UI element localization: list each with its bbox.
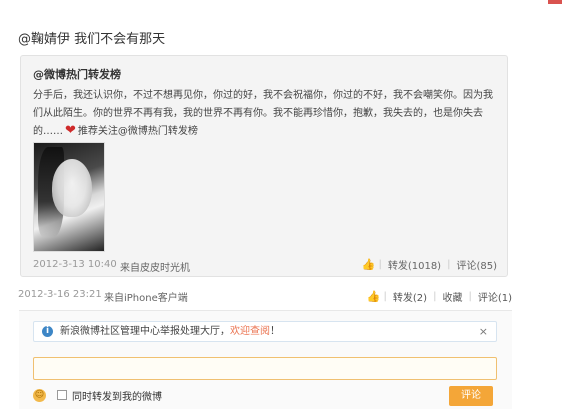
forward-checkbox[interactable] <box>57 390 67 400</box>
top-accent-bar <box>548 0 562 4</box>
post-timestamp-link[interactable]: 2012-3-16 23:21 <box>18 289 102 300</box>
like-icon[interactable]: 👍 <box>367 291 381 302</box>
post-image-thumbnail[interactable] <box>33 142 105 252</box>
reposted-weibo: @微博热门转发榜 分手后，我还认识你，不过不想再见你，你过的好，我不会祝福你，你… <box>20 55 508 277</box>
post-text: @鞠婧伊 我们不会有那天 <box>18 32 166 47</box>
notice-end: ！ <box>270 326 280 337</box>
comment-input[interactable] <box>33 357 497 380</box>
weibo-post-page: @鞠婧伊 我们不会有那天 @微博热门转发榜 分手后，我还认识你，不过不想再见你，… <box>0 0 562 409</box>
post-meta-row: 2012-3-16 23:21 来自iPhone客户端 👍 | 转发(2) | … <box>18 289 512 305</box>
separator: | <box>447 259 451 270</box>
forward-checkbox-label[interactable]: 同时转发到我的微博 <box>72 388 162 403</box>
image-face-shape <box>52 159 92 217</box>
heart-icon: ❤ <box>65 123 76 138</box>
separator: | <box>378 259 382 270</box>
favorite-link[interactable]: 收藏 <box>442 289 462 304</box>
post-actions: 👍 | 转发(2) | 收藏 | 评论(1) <box>367 289 512 304</box>
original-actions: 👍 | 转发(1018) | 评论(85) <box>361 257 497 272</box>
forward-link[interactable]: 转发(2) <box>393 289 427 304</box>
notice-link[interactable]: 欢迎查阅 <box>230 326 270 337</box>
separator: | <box>433 291 437 302</box>
recommend-link[interactable]: 推荐关注@微博热门转发榜 <box>78 126 198 137</box>
original-text: 分手后，我还认识你，不过不想再见你，你过的好，我不会祝福你，你过的不好，我不会嘲… <box>33 87 497 141</box>
post-source: 来自iPhone客户端 <box>104 293 188 304</box>
comment-link[interactable]: 评论(1) <box>478 289 512 304</box>
notice-text: 新浪微博社区管理中心举报处理大厅，欢迎查阅！ <box>60 322 280 341</box>
comment-box: i 新浪微博社区管理中心举报处理大厅，欢迎查阅！ × ☺ 同时转发到我的微博 评… <box>19 310 512 409</box>
close-icon[interactable]: × <box>479 322 488 341</box>
original-forward-link[interactable]: 转发(1018) <box>388 257 441 272</box>
notice-message: 新浪微博社区管理中心举报处理大厅， <box>60 326 230 337</box>
original-author-link[interactable]: @微博热门转发榜 <box>33 66 121 82</box>
like-icon[interactable]: 👍 <box>361 259 375 270</box>
original-source: 来自皮皮时光机 <box>120 263 190 274</box>
original-timestamp-link[interactable]: 2012-3-13 10:40 <box>33 259 117 270</box>
original-comment-link[interactable]: 评论(85) <box>456 257 497 272</box>
separator: | <box>468 291 472 302</box>
emoji-icon[interactable]: ☺ <box>33 389 46 402</box>
notice-bar: i 新浪微博社区管理中心举报处理大厅，欢迎查阅！ × <box>33 321 497 342</box>
comment-submit-button[interactable]: 评论 <box>449 386 493 406</box>
separator: | <box>383 291 387 302</box>
info-icon: i <box>42 326 53 337</box>
